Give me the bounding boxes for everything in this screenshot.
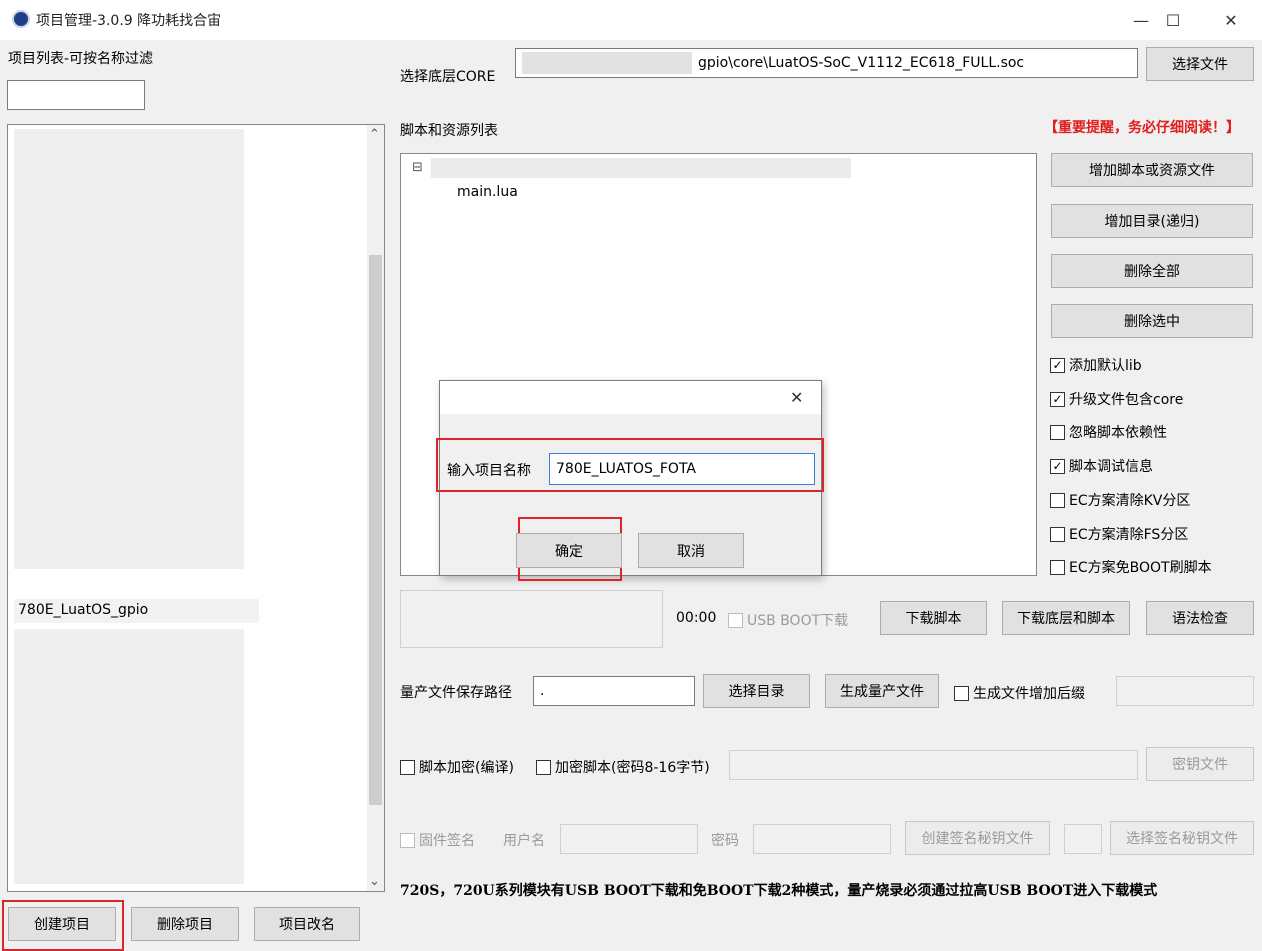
delete-project-button[interactable]: 删除项目 [131, 907, 239, 941]
project-list[interactable]: 780E_LuatOS_gpio ⌃ ⌄ [7, 124, 385, 892]
create-sign-key-button: 创建签名秘钥文件 [905, 821, 1050, 855]
checkbox-label: EC方案清除FS分区 [1069, 527, 1189, 543]
obscured-tree-root [431, 158, 851, 178]
syntax-check-button[interactable]: 语法检查 [1146, 601, 1254, 635]
obscured-project-items [14, 129, 244, 569]
scroll-down-icon[interactable]: ⌄ [369, 874, 380, 889]
add-directory-button[interactable]: 增加目录(递归) [1051, 204, 1253, 238]
compile-encrypt-checkbox[interactable]: 脚本加密(编译) [400, 757, 514, 777]
delete-all-button[interactable]: 删除全部 [1051, 254, 1253, 288]
production-path-label: 量产文件保存路径 [400, 685, 512, 701]
checkbox-label: 脚本加密(编译) [419, 760, 514, 776]
checkbox-icon[interactable]: ✓ [1050, 357, 1065, 373]
checkbox-icon[interactable] [1050, 526, 1065, 542]
checkbox-icon[interactable] [400, 759, 415, 775]
checkbox-icon [400, 832, 415, 848]
project-filter-label: 项目列表-可按名称过滤 [8, 51, 154, 67]
core-path-field[interactable]: gpio\core\LuatOS-SoC_V1112_EC618_FULL.so… [515, 48, 1138, 78]
new-project-dialog: ✕ 输入项目名称 780E_LUATOS_FOTA 确定 取消 [436, 380, 824, 581]
checkbox-label: EC方案免BOOT刷脚本 [1069, 560, 1212, 576]
checkbox-label: 固件签名 [419, 833, 475, 849]
maximize-icon[interactable]: ☐ [1142, 0, 1204, 40]
ignore-dependency-checkbox[interactable]: 忽略脚本依赖性 [1050, 422, 1167, 442]
select-sign-key-button: 选择签名秘钥文件 [1110, 821, 1254, 855]
obscured-project-items-lower [14, 629, 244, 884]
project-filter-input[interactable] [7, 80, 145, 110]
usb-boot-checkbox: USB BOOT下载 [728, 610, 848, 630]
core-path-text: gpio\core\LuatOS-SoC_V1112_EC618_FULL.so… [698, 55, 1025, 71]
no-boot-checkbox[interactable]: EC方案免BOOT刷脚本 [1050, 557, 1212, 577]
checkbox-icon[interactable]: ✓ [1050, 391, 1065, 407]
important-warning-link[interactable]: 【重要提醒，务必仔细阅读！】 [1044, 117, 1240, 137]
debug-info-checkbox[interactable]: ✓ 脚本调试信息 [1050, 456, 1153, 476]
add-script-button[interactable]: 增加脚本或资源文件 [1051, 153, 1253, 187]
delete-selected-button[interactable]: 删除选中 [1051, 304, 1253, 338]
project-name-input[interactable]: 780E_LUATOS_FOTA [549, 453, 815, 485]
select-directory-button[interactable]: 选择目录 [703, 674, 810, 708]
tree-collapse-icon[interactable]: ⊟ [412, 160, 423, 175]
checkbox-label: 添加默认lib [1069, 358, 1142, 374]
username-label: 用户名 [503, 833, 545, 849]
firmware-sign-checkbox: 固件签名 [400, 830, 475, 850]
obscured-path-prefix [522, 52, 692, 74]
project-list-scrollbar[interactable]: ⌃ ⌄ [367, 125, 384, 891]
dialog-close-icon[interactable]: ✕ [790, 388, 803, 407]
password-input [753, 824, 891, 854]
checkbox-label: USB BOOT下载 [747, 613, 849, 629]
create-project-button[interactable]: 创建项目 [8, 907, 116, 941]
download-core-and-script-button[interactable]: 下载底层和脚本 [1002, 601, 1130, 635]
username-input [560, 824, 698, 854]
production-path-input[interactable]: . [533, 676, 695, 706]
project-name-label: 输入项目名称 [447, 463, 531, 479]
clear-kv-checkbox[interactable]: EC方案清除KV分区 [1050, 490, 1190, 510]
window-title: 项目管理-3.0.9 降功耗找合宙 [36, 13, 222, 29]
checkbox-icon[interactable] [954, 685, 969, 701]
checkbox-icon[interactable] [1050, 559, 1065, 575]
checkbox-icon [728, 612, 743, 628]
app-logo-icon [12, 10, 30, 28]
tree-item-main-lua[interactable]: main.lua [457, 184, 518, 200]
ok-button[interactable]: 确定 [516, 533, 622, 568]
clear-fs-checkbox[interactable]: EC方案清除FS分区 [1050, 524, 1188, 544]
download-timer: 00:00 [676, 610, 717, 626]
checkbox-label: 升级文件包含core [1069, 392, 1184, 408]
checkbox-label: EC方案清除KV分区 [1069, 493, 1191, 509]
rename-project-button[interactable]: 项目改名 [254, 907, 360, 941]
generate-production-button[interactable]: 生成量产文件 [825, 674, 939, 708]
add-default-lib-checkbox[interactable]: ✓ 添加默认lib [1050, 355, 1142, 375]
select-core-file-button[interactable]: 选择文件 [1146, 47, 1254, 81]
checkbox-icon[interactable] [1050, 492, 1065, 508]
dialog-title-bar [440, 381, 821, 414]
cancel-button[interactable]: 取消 [638, 533, 744, 568]
checkbox-label: 加密脚本(密码8-16字节) [555, 760, 710, 776]
core-label: 选择底层CORE [400, 69, 496, 85]
checkbox-label: 忽略脚本依赖性 [1069, 425, 1167, 441]
add-suffix-checkbox[interactable]: 生成文件增加后缀 [954, 683, 1085, 703]
scroll-thumb[interactable] [369, 255, 382, 805]
password-label: 密码 [711, 833, 739, 849]
checkbox-icon[interactable] [1050, 424, 1065, 440]
suffix-input [1116, 676, 1254, 706]
checkbox-icon[interactable] [536, 759, 551, 775]
sign-key-path-input [1064, 824, 1102, 854]
scripts-label: 脚本和资源列表 [400, 123, 498, 139]
checkbox-label: 生成文件增加后缀 [973, 686, 1085, 702]
checkbox-label: 脚本调试信息 [1069, 459, 1153, 475]
key-file-button: 密钥文件 [1146, 747, 1254, 781]
encrypt-key-input [729, 750, 1138, 780]
scroll-up-icon[interactable]: ⌃ [369, 127, 380, 142]
encrypt-script-checkbox[interactable]: 加密脚本(密码8-16字节) [536, 757, 710, 777]
download-script-button[interactable]: 下载脚本 [880, 601, 987, 635]
list-item-label[interactable]: 780E_LuatOS_gpio [18, 602, 148, 618]
checkbox-icon[interactable]: ✓ [1050, 458, 1065, 474]
close-icon[interactable]: ✕ [1200, 0, 1262, 40]
include-core-checkbox[interactable]: ✓ 升级文件包含core [1050, 389, 1183, 409]
progress-panel [400, 590, 663, 648]
usb-boot-notice: 720S，720U系列模块有USB BOOT下载和免BOOT下载2种模式，量产烧… [400, 883, 1158, 899]
